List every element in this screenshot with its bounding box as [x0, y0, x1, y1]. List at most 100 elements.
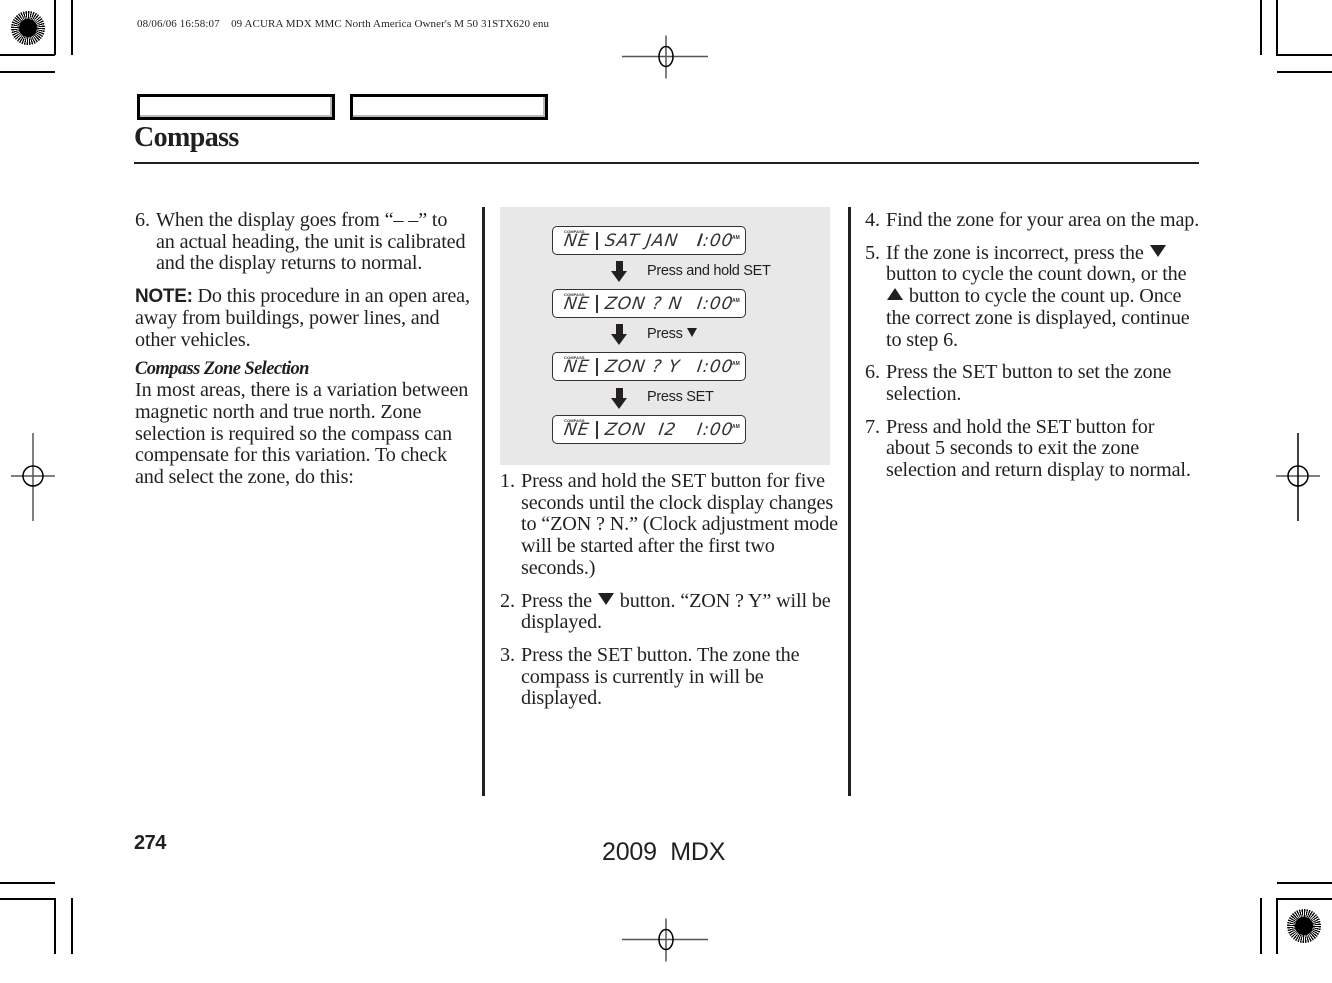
transition-instruction: Press SET — [647, 389, 714, 405]
lcd-ampm: AM — [732, 361, 740, 367]
step-text: Press the SET button to set the zone sel… — [886, 361, 1172, 405]
step-item: 3. Press the SET button. The zone the co… — [500, 643, 840, 710]
down-triangle-icon — [687, 328, 698, 337]
step-item: 2. Press the button. “ZON ? Y” will be d… — [500, 589, 840, 634]
lcd-clock: I:00 — [695, 231, 735, 251]
step-number: 1. — [500, 470, 515, 492]
step-item: 4. Find the zone for your area on the ma… — [865, 209, 1200, 232]
page-title: Compass — [134, 122, 239, 153]
registration-target-icon — [622, 35, 708, 79]
lcd-clock: I:00 — [695, 357, 735, 377]
step-number: 4. — [865, 209, 880, 231]
instruction-text: Press — [647, 326, 687, 342]
lcd-clock: I:00 — [695, 294, 735, 314]
note-label: NOTE: — [135, 286, 193, 308]
step-item: 1. Press and hold the SET button for fiv… — [500, 470, 840, 580]
step-text: Press the — [521, 589, 597, 612]
lcd-message: ZON I2 — [603, 420, 678, 440]
left-column: 6. When the display goes from “– –” to a… — [135, 209, 470, 497]
step-text: When the display goes from “– –” to an a… — [156, 209, 466, 275]
lcd-heading: NE — [562, 420, 591, 440]
step-number: 6. — [865, 361, 880, 384]
model-label: 2009 MDX — [602, 838, 726, 866]
registration-target-icon — [622, 918, 708, 962]
step-text: button to cycle the count up. Once the c… — [886, 285, 1190, 351]
step-text: button to cycle the count down, or the — [886, 263, 1187, 286]
crop-line — [1276, 0, 1278, 55]
compass-display-illustration: COMPASS NE SAT JAN I I:00 AM Press and h… — [500, 207, 830, 465]
instruction-text: Press SET — [647, 389, 714, 405]
crop-line — [0, 71, 55, 73]
starburst-mark-top-left — [0, 0, 60, 60]
step-text: Press and hold the SET button for about … — [886, 415, 1191, 482]
down-arrow-icon — [611, 324, 627, 345]
crop-line — [1277, 882, 1332, 884]
transition-instruction: Press — [647, 326, 698, 342]
step-text: Find the zone for your area on the map. — [886, 209, 1200, 231]
middle-column: 1. Press and hold the SET button for fiv… — [500, 470, 840, 721]
down-arrow-icon — [611, 261, 627, 282]
crop-line — [1260, 0, 1262, 55]
intro-paragraph: In most areas, there is a variation betw… — [135, 379, 469, 489]
step-number: 7. — [865, 415, 880, 438]
note-paragraph: NOTE: Do this procedure in an open area,… — [135, 285, 470, 351]
down-triangle-icon — [1149, 244, 1166, 257]
crop-line — [1276, 898, 1278, 954]
down-arrow-icon — [611, 388, 627, 409]
step-text: Press and hold the SET button for five s… — [521, 470, 838, 579]
starburst-icon — [1287, 909, 1321, 943]
lcd-message: ZON ? Y — [603, 357, 682, 377]
step-number: 3. — [500, 643, 515, 666]
lcd-separator — [596, 295, 598, 313]
lcd-clock: I:00 — [695, 420, 735, 440]
print-slug: 08/06/06 16:58:07 09 ACURA MDX MMC North… — [137, 18, 550, 30]
lcd-separator — [596, 232, 598, 250]
lcd-display: COMPASS NE ZON I2 I:00 AM — [552, 415, 746, 444]
lcd-message: SAT JAN I — [603, 231, 706, 251]
crop-line — [71, 898, 73, 954]
lcd-display: COMPASS NE ZON ? N I:00 AM — [552, 289, 746, 318]
crop-line — [54, 0, 56, 55]
section-tab-box — [350, 94, 548, 120]
lcd-display: COMPASS NE ZON ? Y I:00 AM — [552, 352, 746, 381]
lcd-ampm: AM — [732, 298, 740, 304]
title-rule — [134, 162, 1199, 164]
lcd-ampm: AM — [732, 424, 740, 430]
right-column: 4. Find the zone for your area on the ma… — [865, 209, 1200, 493]
column-divider — [848, 207, 851, 796]
registration-target-icon — [1276, 433, 1320, 521]
transition-instruction: Press and hold SET — [647, 263, 771, 279]
step-number: 2. — [500, 589, 515, 612]
crop-line — [0, 882, 55, 884]
lcd-display: COMPASS NE SAT JAN I I:00 AM — [552, 226, 746, 255]
lcd-heading: NE — [562, 294, 591, 314]
step-item: 6. When the display goes from “– –” to a… — [135, 209, 470, 275]
step-item: 5. If the zone is incorrect, press the b… — [865, 241, 1200, 352]
crop-line — [54, 898, 56, 954]
page-number: 274 — [134, 832, 166, 854]
section-subheading: Compass Zone Selection — [135, 359, 309, 380]
lcd-message: ZON ? N — [603, 294, 684, 314]
instruction-text: Press and hold SET — [647, 263, 771, 279]
crop-line — [0, 898, 55, 900]
lcd-heading: NE — [562, 231, 591, 251]
lcd-heading: NE — [562, 357, 591, 377]
crop-line — [1260, 898, 1262, 954]
crop-line — [1276, 54, 1332, 56]
starburst-icon — [11, 11, 45, 45]
section-tab-box — [137, 94, 335, 120]
step-number: 5. — [865, 241, 880, 264]
step-number: 6. — [135, 209, 150, 231]
step-item: 7. Press and hold the SET button for abo… — [865, 415, 1200, 482]
down-triangle-icon — [597, 592, 614, 605]
crop-line — [0, 54, 55, 56]
lcd-separator — [596, 358, 598, 376]
step-text: Press the SET button. The zone the compa… — [521, 643, 800, 710]
lcd-separator — [596, 421, 598, 439]
crop-line — [71, 0, 73, 55]
step-item: 6. Press the SET button to set the zone … — [865, 361, 1200, 405]
starburst-mark-bottom-right — [1280, 900, 1330, 954]
lcd-ampm: AM — [732, 235, 740, 241]
up-triangle-icon — [887, 288, 903, 301]
registration-target-icon — [11, 433, 55, 521]
